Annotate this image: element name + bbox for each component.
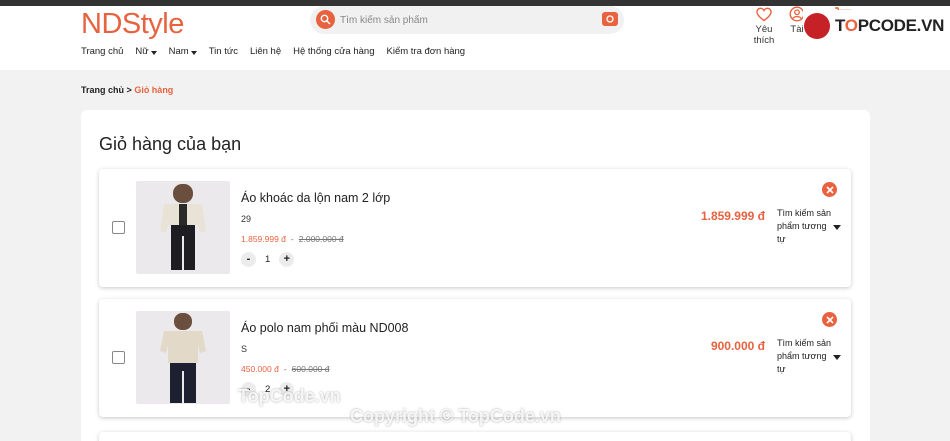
watermark-text: TopCode.vn	[238, 386, 341, 406]
product-image[interactable]	[136, 311, 230, 404]
item-total: 1.859.999 đ	[700, 209, 765, 223]
heart-icon	[756, 7, 772, 22]
cart-panel: Giỏ hàng của bạn Áo khoác da lộn nam 2 l…	[81, 110, 870, 441]
product-variant: S	[241, 344, 248, 354]
main-nav: Trang chủ Nữ Nam Tin tức Liên hệ Hệ thốn…	[81, 46, 465, 57]
wishlist-label: Yêu thích	[753, 24, 775, 46]
wishlist-link[interactable]: Yêu thích	[744, 6, 784, 46]
original-price: 600.000 đ	[291, 364, 330, 374]
quantity-stepper: - 1 +	[241, 252, 295, 267]
sale-price: 1.859.999 đ	[241, 234, 286, 244]
decrease-quantity-button[interactable]: -	[241, 252, 256, 267]
nav-item-news[interactable]: Tin tức	[209, 46, 238, 57]
product-name[interactable]: Áo polo nam phối màu ND008	[241, 321, 408, 335]
product-name[interactable]: Áo khoác da lộn nam 2 lớp	[241, 191, 390, 205]
image-search-icon[interactable]	[602, 12, 618, 26]
search-input[interactable]	[340, 10, 590, 30]
chevron-down-icon[interactable]	[833, 225, 841, 230]
price-separator: -	[290, 234, 294, 244]
sale-price: 450.000 đ	[241, 364, 279, 374]
find-similar-button[interactable]: Tìm kiếm sản phẩm tương tự	[777, 207, 837, 246]
product-prices: 1.859.999 đ -2.000.000 đ	[241, 234, 344, 244]
cart-item: Áo khoác da lộn nam 2 lớp 29 1.859.999 đ…	[99, 169, 851, 287]
watermark-logo-text: TOPCODE.VN	[835, 16, 945, 35]
product-variant: 29	[241, 214, 252, 224]
nav-item-men[interactable]: Nam	[169, 46, 197, 57]
remove-item-icon[interactable]	[822, 312, 837, 327]
account-label: Tài	[790, 24, 804, 35]
logo-part1: ND	[81, 8, 122, 40]
price-separator: -	[283, 364, 287, 374]
chevron-down-icon[interactable]	[833, 355, 841, 360]
search-icon[interactable]	[316, 10, 335, 29]
nav-item-contact[interactable]: Liên hệ	[250, 46, 281, 57]
watermark-copyright: Copyright © TopCode.vn	[350, 406, 561, 426]
nav-item-order-check[interactable]: Kiểm tra đơn hàng	[387, 46, 466, 57]
watermark-logo: TOPCODE.VN	[803, 10, 950, 42]
watermark-logo-icon	[804, 13, 830, 39]
nav-item-women[interactable]: Nữ	[135, 46, 157, 57]
quantity-value: 1	[265, 254, 271, 265]
cart-item: Áo polo nam phối màu ND008 S 450.000 đ-6…	[99, 299, 851, 417]
search-bar	[310, 6, 624, 34]
chevron-down-icon	[190, 51, 197, 55]
logo-part2: Style	[121, 8, 184, 40]
item-select-checkbox[interactable]	[112, 351, 125, 364]
breadcrumb: Trang chủ > Giỏ hàng	[81, 85, 173, 95]
item-select-checkbox[interactable]	[112, 221, 125, 234]
nav-item-home[interactable]: Trang chủ	[81, 46, 123, 57]
product-prices: 450.000 đ -600.000 đ	[241, 364, 330, 374]
item-total: 900.000 đ	[710, 339, 765, 353]
chevron-down-icon	[150, 51, 157, 55]
page-title: Giỏ hàng của bạn	[99, 134, 242, 154]
breadcrumb-current: Giỏ hàng	[134, 85, 174, 95]
breadcrumb-home[interactable]: Trang chủ	[81, 85, 124, 95]
nav-item-stores[interactable]: Hệ thống cửa hàng	[293, 46, 374, 57]
site-logo[interactable]: NDStyle	[81, 8, 184, 41]
increase-quantity-button[interactable]: +	[279, 252, 295, 267]
cart-item-partial	[99, 432, 851, 441]
product-image[interactable]	[136, 181, 230, 274]
remove-item-icon[interactable]	[822, 182, 837, 197]
find-similar-button[interactable]: Tìm kiếm sản phẩm tương tự	[777, 337, 837, 376]
breadcrumb-separator: >	[126, 85, 132, 95]
original-price: 2.000.000 đ	[298, 234, 344, 244]
